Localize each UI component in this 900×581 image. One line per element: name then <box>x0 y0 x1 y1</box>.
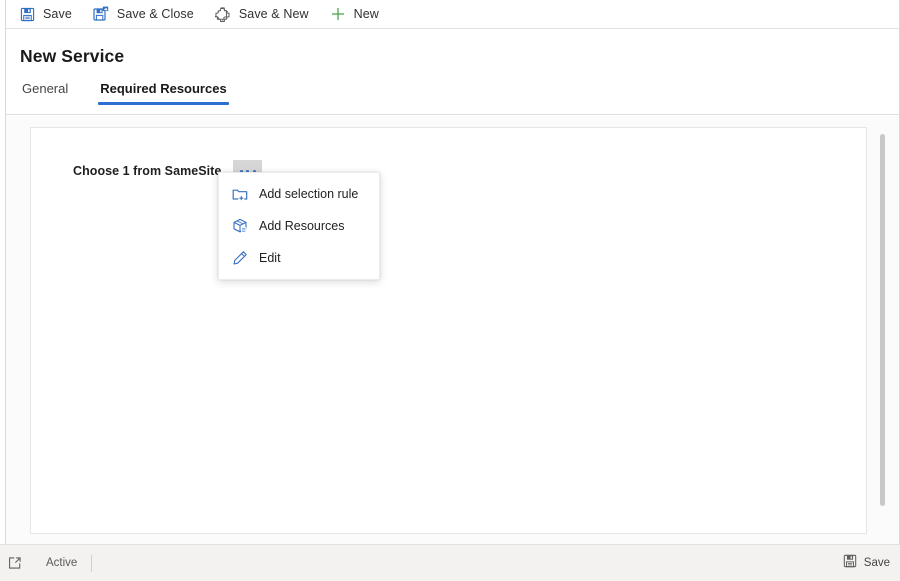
status-save-label: Save <box>863 557 890 569</box>
tab-general[interactable]: General <box>20 81 70 105</box>
menu-item-label: Edit <box>259 251 281 265</box>
pencil-icon <box>231 250 248 267</box>
package-icon <box>231 218 248 235</box>
record-state-label: Active <box>46 557 78 569</box>
save-icon <box>843 554 857 573</box>
folder-add-icon <box>231 186 248 203</box>
save-new-icon <box>214 5 232 23</box>
status-bar: Active Save <box>0 544 900 581</box>
application-window: Save Save & Close Save & New New New Ser… <box>0 0 900 581</box>
save-and-close-button[interactable]: Save & Close <box>88 0 204 28</box>
save-and-new-button[interactable]: Save & New <box>210 0 319 28</box>
menu-item-edit[interactable]: Edit <box>219 242 379 274</box>
save-and-new-label: Save & New <box>238 7 309 21</box>
resources-panel: Choose 1 from SameSite <box>30 127 867 534</box>
save-button-label: Save <box>43 7 72 21</box>
command-bar: Save Save & Close Save & New New <box>6 0 900 29</box>
menu-item-add-selection-rule[interactable]: Add selection rule <box>219 178 379 210</box>
page-title: New Service <box>20 46 125 66</box>
tab-strip: General Required Resources <box>20 81 257 105</box>
plus-icon <box>329 5 347 23</box>
status-bar-save-button[interactable]: Save <box>843 554 890 573</box>
save-button[interactable]: Save <box>14 0 82 28</box>
new-button-label: New <box>353 7 379 21</box>
menu-item-label: Add selection rule <box>259 187 359 201</box>
popout-icon[interactable] <box>6 554 24 572</box>
tab-required-resources[interactable]: Required Resources <box>98 81 230 105</box>
save-and-close-label: Save & Close <box>116 7 194 21</box>
scrollbar-thumb[interactable] <box>880 134 885 506</box>
content-area: Choose 1 from SameSite <box>6 116 900 544</box>
context-menu: Add selection rule Add Resources Edit <box>218 172 380 280</box>
content-scrollbar[interactable] <box>877 126 887 534</box>
new-button[interactable]: New <box>325 0 389 28</box>
choose-label: Choose 1 from SameSite <box>73 164 222 178</box>
window-left-border <box>5 0 6 544</box>
menu-item-add-resources[interactable]: Add Resources <box>219 210 379 242</box>
save-icon <box>18 5 36 23</box>
status-divider <box>91 554 93 572</box>
status-bar-left: Active <box>0 554 93 572</box>
menu-item-label: Add Resources <box>259 219 345 233</box>
save-close-icon <box>92 5 110 23</box>
page-header: New Service General Required Resources <box>6 29 900 115</box>
